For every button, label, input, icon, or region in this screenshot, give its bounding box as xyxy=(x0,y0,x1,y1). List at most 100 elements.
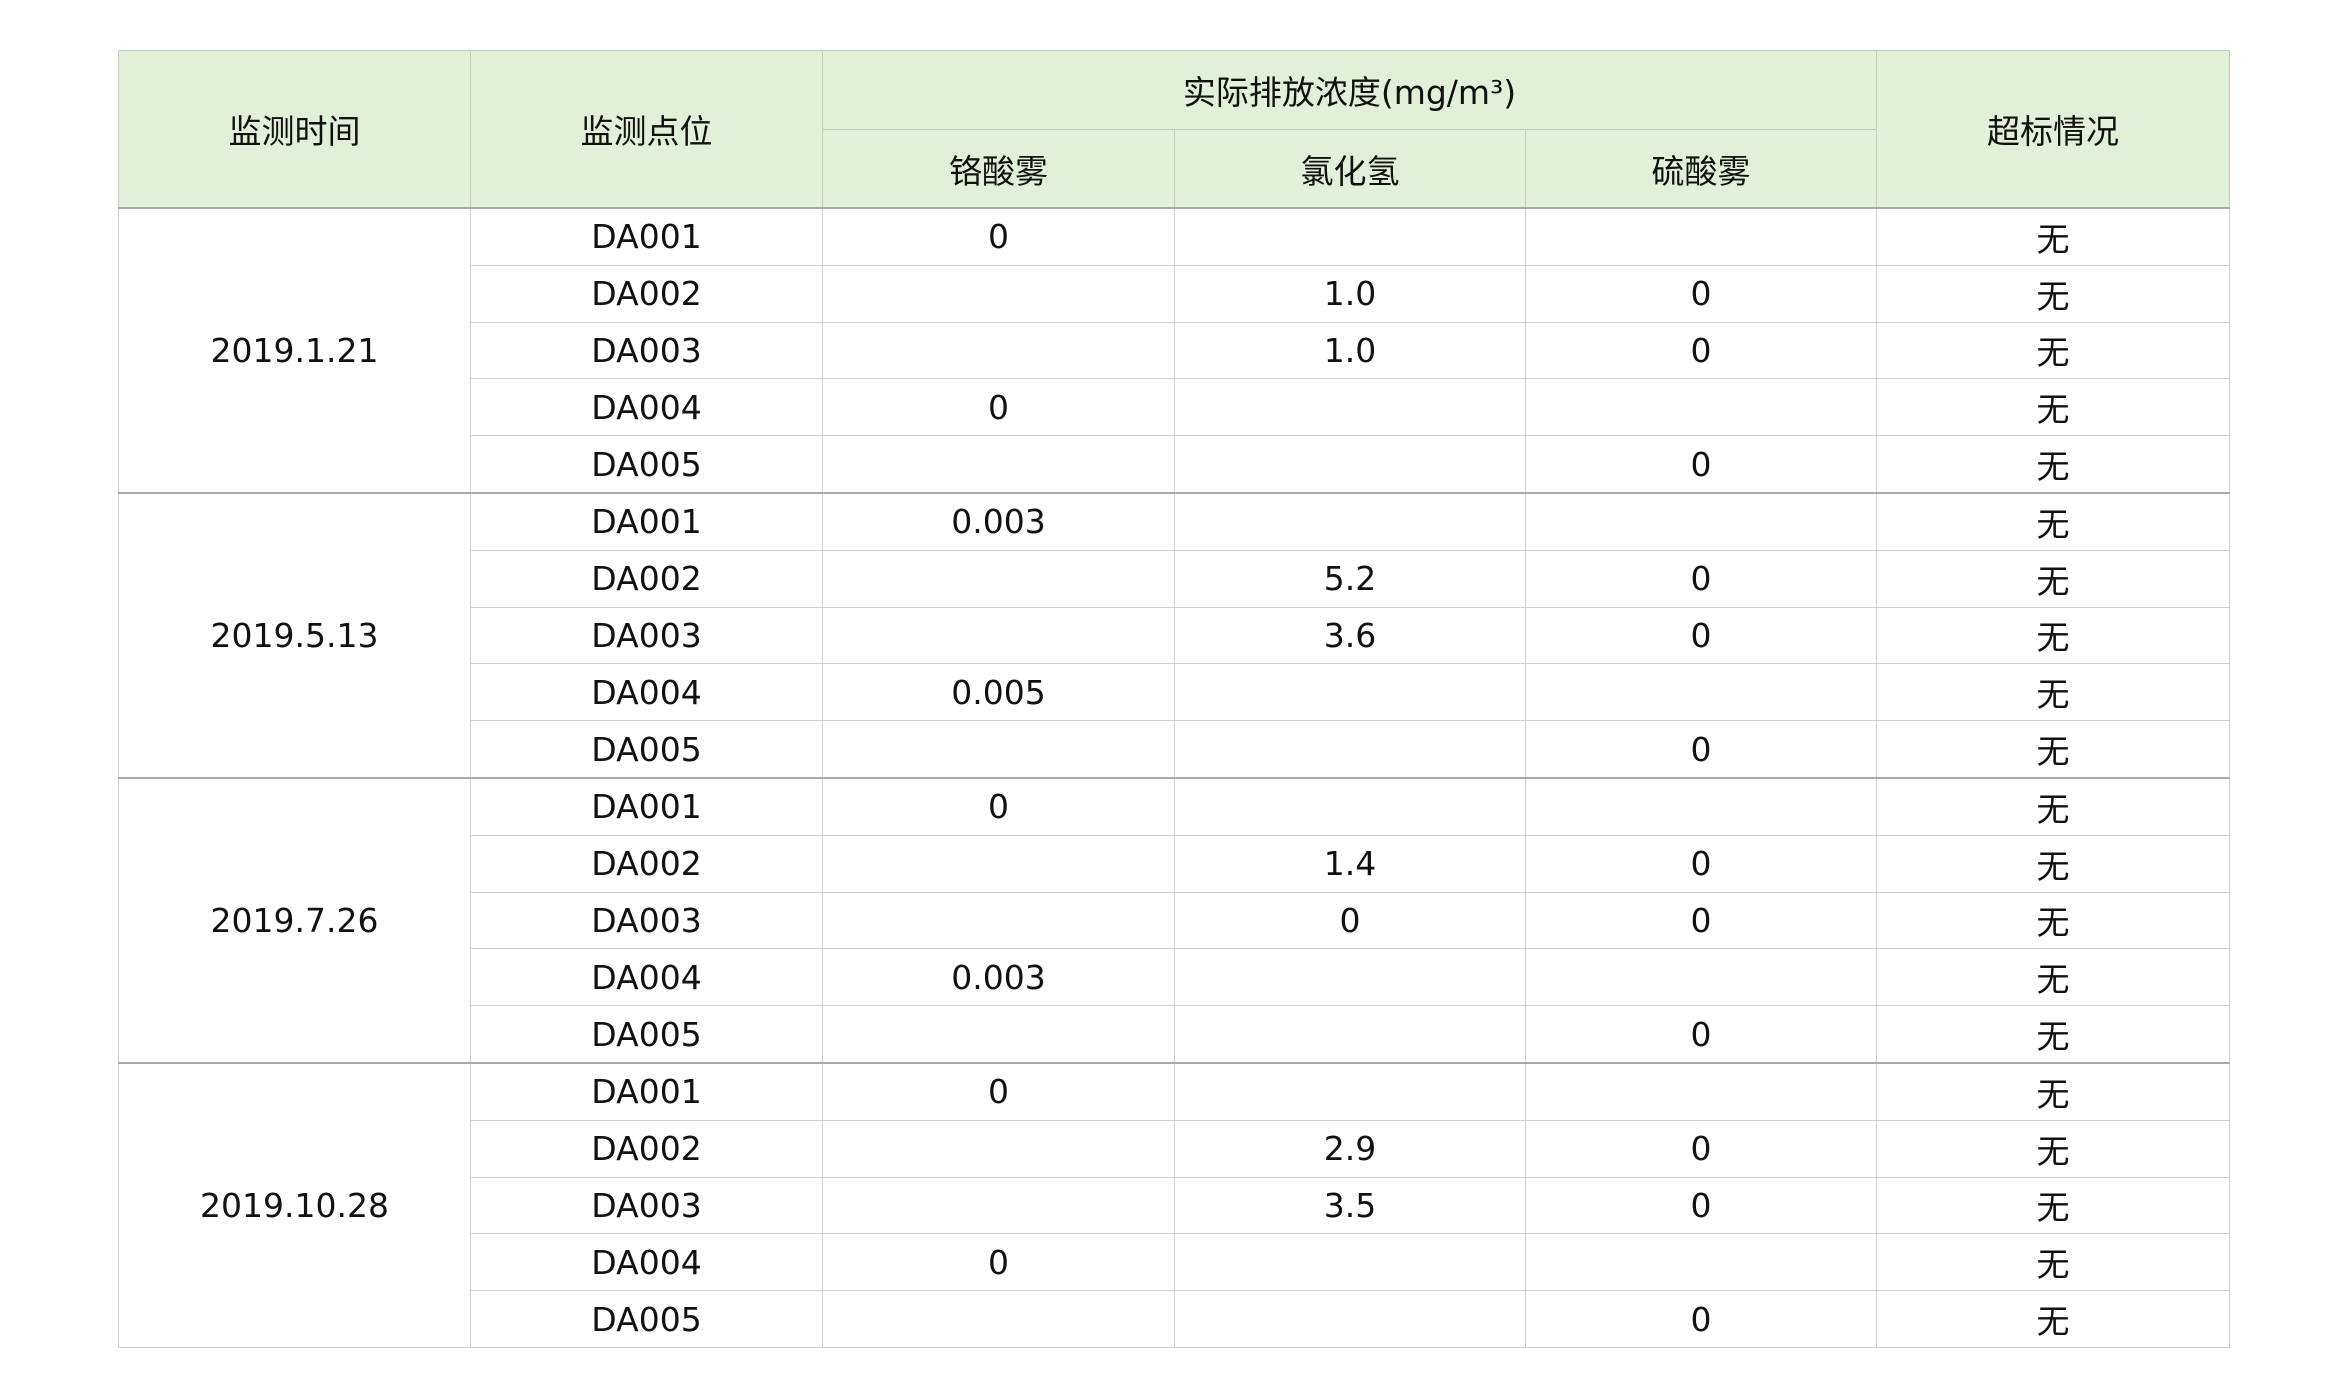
cell-monitoring-point: DA002 xyxy=(470,264,823,323)
cell-exceed-status: 无 xyxy=(1876,264,2231,323)
cell-hydrogen-chloride xyxy=(1174,663,1526,722)
cell-chromic-acid-mist xyxy=(822,1119,1175,1178)
cell-hydrogen-chloride: 3.6 xyxy=(1174,606,1526,665)
cell-sulfuric-acid-mist: 0 xyxy=(1524,321,1878,380)
cell-sulfuric-acid-mist: 0 xyxy=(1524,1005,1878,1064)
cell-exceed-status: 无 xyxy=(1876,1233,2231,1292)
header-hydrogen-chloride: 氯化氢 xyxy=(1174,129,1526,209)
header-monitoring-point: 监测点位 xyxy=(470,50,823,209)
cell-chromic-acid-mist: 0 xyxy=(822,776,1175,836)
cell-hydrogen-chloride xyxy=(1174,948,1526,1007)
cell-sulfuric-acid-mist: 0 xyxy=(1524,435,1878,494)
cell-chromic-acid-mist xyxy=(822,834,1175,893)
cell-monitoring-point: DA002 xyxy=(470,1119,823,1178)
cell-monitoring-date: 2019.1.21 xyxy=(118,207,471,494)
cell-sulfuric-acid-mist: 0 xyxy=(1524,834,1878,893)
cell-monitoring-point: DA004 xyxy=(470,378,823,437)
cell-monitoring-point: DA003 xyxy=(470,606,823,665)
cell-monitoring-point: DA003 xyxy=(470,891,823,950)
cell-chromic-acid-mist xyxy=(822,891,1175,950)
cell-exceed-status: 无 xyxy=(1876,549,2231,608)
table-row: 2019.5.13 DA001 0.003 无 xyxy=(118,491,2231,779)
cell-monitoring-point: DA004 xyxy=(470,948,823,1007)
header-exceed-status: 超标情况 xyxy=(1876,50,2231,209)
cell-monitoring-date: 2019.5.13 xyxy=(118,491,471,779)
cell-exceed-status: 无 xyxy=(1876,206,2231,266)
cell-monitoring-point: DA005 xyxy=(470,1005,823,1064)
cell-exceed-status: 无 xyxy=(1876,948,2231,1007)
cell-hydrogen-chloride: 0 xyxy=(1174,891,1526,950)
cell-chromic-acid-mist: 0 xyxy=(822,378,1175,437)
cell-hydrogen-chloride xyxy=(1174,435,1526,494)
cell-hydrogen-chloride: 1.0 xyxy=(1174,264,1526,323)
header-chromic-acid-mist: 铬酸雾 xyxy=(822,129,1175,209)
cell-hydrogen-chloride xyxy=(1174,378,1526,437)
cell-sulfuric-acid-mist xyxy=(1524,776,1878,836)
cell-hydrogen-chloride xyxy=(1174,1061,1526,1121)
cell-chromic-acid-mist: 0 xyxy=(822,1061,1175,1121)
cell-sulfuric-acid-mist: 0 xyxy=(1524,891,1878,950)
cell-monitoring-point: DA005 xyxy=(470,1290,823,1348)
cell-sulfuric-acid-mist: 0 xyxy=(1524,720,1878,779)
table-row: 2019.1.21 DA001 0 无 xyxy=(118,206,2231,494)
cell-hydrogen-chloride: 5.2 xyxy=(1174,549,1526,608)
cell-monitoring-date: 2019.7.26 xyxy=(118,776,471,1064)
table-body: 2019.1.21 DA001 0 无 DA002 1.0 0 无 DA003 1.0 0 无 DA00… xyxy=(118,206,2231,1348)
cell-exceed-status: 无 xyxy=(1876,1176,2231,1235)
monitoring-table-container: 监测时间 监测点位 实际排放浓度(mg/m³) 超标情况 铬酸雾 氯化氢 硫酸雾… xyxy=(118,50,2231,1348)
cell-exceed-status: 无 xyxy=(1876,606,2231,665)
cell-hydrogen-chloride xyxy=(1174,720,1526,779)
cell-sulfuric-acid-mist: 0 xyxy=(1524,264,1878,323)
cell-chromic-acid-mist xyxy=(822,720,1175,779)
cell-chromic-acid-mist xyxy=(822,321,1175,380)
cell-chromic-acid-mist xyxy=(822,1005,1175,1064)
cell-sulfuric-acid-mist: 0 xyxy=(1524,1176,1878,1235)
cell-sulfuric-acid-mist xyxy=(1524,491,1878,551)
cell-sulfuric-acid-mist xyxy=(1524,663,1878,722)
cell-monitoring-date: 2019.10.28 xyxy=(118,1061,471,1348)
cell-chromic-acid-mist: 0.005 xyxy=(822,663,1175,722)
cell-chromic-acid-mist xyxy=(822,1290,1175,1348)
cell-exceed-status: 无 xyxy=(1876,720,2231,779)
cell-hydrogen-chloride: 2.9 xyxy=(1174,1119,1526,1178)
cell-chromic-acid-mist: 0.003 xyxy=(822,948,1175,1007)
cell-monitoring-point: DA005 xyxy=(470,720,823,779)
cell-monitoring-point: DA001 xyxy=(470,776,823,836)
header-actual-concentration: 实际排放浓度(mg/m³) xyxy=(821,50,1878,130)
cell-exceed-status: 无 xyxy=(1876,776,2231,836)
cell-hydrogen-chloride xyxy=(1174,776,1526,836)
cell-exceed-status: 无 xyxy=(1876,378,2231,437)
cell-sulfuric-acid-mist xyxy=(1524,378,1878,437)
cell-hydrogen-chloride xyxy=(1174,1290,1526,1348)
cell-chromic-acid-mist xyxy=(822,264,1175,323)
cell-chromic-acid-mist xyxy=(822,1176,1175,1235)
cell-exceed-status: 无 xyxy=(1876,321,2231,380)
cell-monitoring-point: DA003 xyxy=(470,1176,823,1235)
table-row: 2019.10.28 DA001 0 无 xyxy=(118,1061,2231,1348)
cell-chromic-acid-mist xyxy=(822,606,1175,665)
cell-sulfuric-acid-mist xyxy=(1524,206,1878,266)
emission-monitoring-table: 监测时间 监测点位 实际排放浓度(mg/m³) 超标情况 铬酸雾 氯化氢 硫酸雾… xyxy=(118,50,2231,1348)
cell-monitoring-point: DA001 xyxy=(470,206,823,266)
cell-exceed-status: 无 xyxy=(1876,491,2231,551)
cell-chromic-acid-mist xyxy=(822,435,1175,494)
cell-sulfuric-acid-mist xyxy=(1524,1061,1878,1121)
cell-hydrogen-chloride: 3.5 xyxy=(1174,1176,1526,1235)
cell-exceed-status: 无 xyxy=(1876,1061,2231,1121)
cell-monitoring-point: DA001 xyxy=(470,491,823,551)
table-header: 监测时间 监测点位 实际排放浓度(mg/m³) 超标情况 铬酸雾 氯化氢 硫酸雾 xyxy=(118,50,2231,209)
cell-exceed-status: 无 xyxy=(1876,891,2231,950)
cell-chromic-acid-mist: 0 xyxy=(822,206,1175,266)
cell-hydrogen-chloride xyxy=(1174,491,1526,551)
cell-monitoring-point: DA001 xyxy=(470,1061,823,1121)
cell-monitoring-point: DA002 xyxy=(470,549,823,608)
cell-sulfuric-acid-mist: 0 xyxy=(1524,1290,1878,1348)
cell-monitoring-point: DA002 xyxy=(470,834,823,893)
cell-sulfuric-acid-mist xyxy=(1524,948,1878,1007)
cell-hydrogen-chloride xyxy=(1174,206,1526,266)
cell-sulfuric-acid-mist: 0 xyxy=(1524,549,1878,608)
cell-monitoring-point: DA004 xyxy=(470,1233,823,1292)
cell-exceed-status: 无 xyxy=(1876,1290,2231,1348)
cell-sulfuric-acid-mist: 0 xyxy=(1524,1119,1878,1178)
cell-hydrogen-chloride: 1.4 xyxy=(1174,834,1526,893)
